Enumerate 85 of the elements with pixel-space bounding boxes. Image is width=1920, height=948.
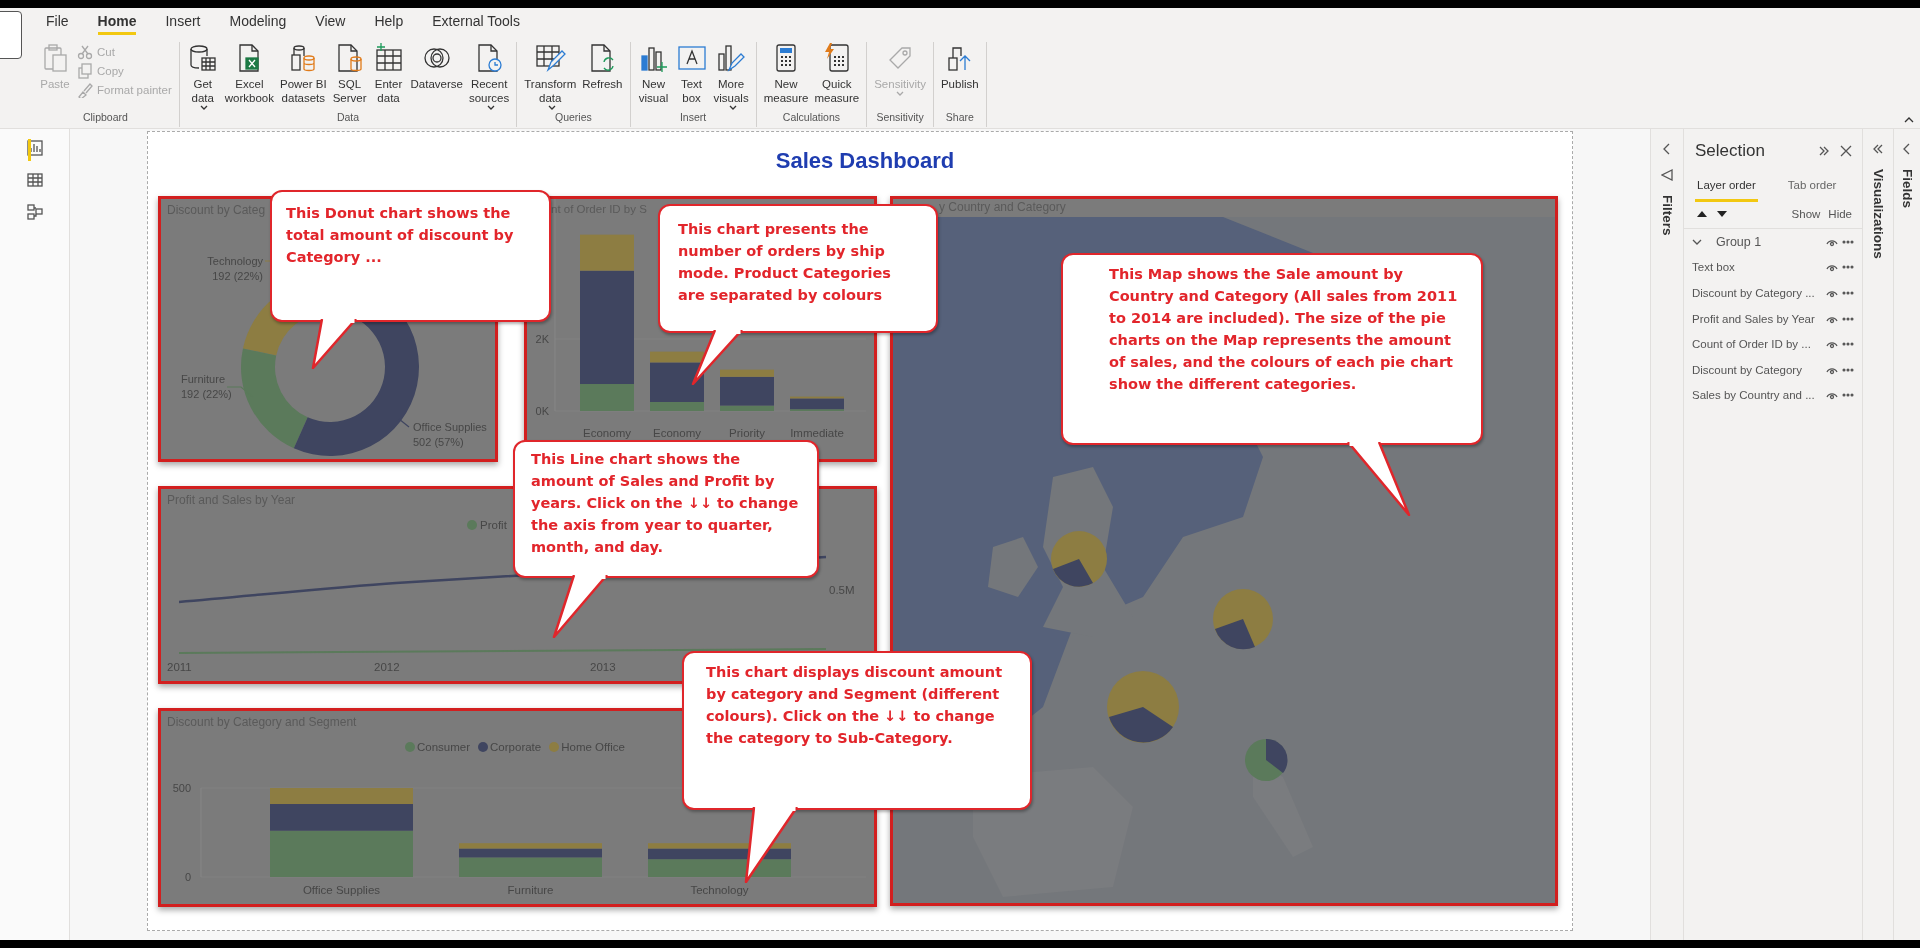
more-icon[interactable] <box>1842 316 1854 321</box>
ribbon-button[interactable]: New measure <box>760 42 812 105</box>
ribbon-tab[interactable]: Modeling <box>229 13 287 35</box>
pane-title: Selection <box>1695 141 1766 161</box>
callout-text: This Line chart shows the amount of Sales and Profit by years. Click on the ↓↓ to change the axis from year to quarter, month, and day. <box>531 450 800 557</box>
more-icon[interactable] <box>1842 239 1854 244</box>
leader-line <box>398 418 410 428</box>
page-title: Sales Dashboard <box>775 148 955 174</box>
layer-item[interactable]: Discount by Category <box>1692 363 1822 376</box>
chevron-left-icon[interactable] <box>1902 143 1912 155</box>
eye-icon[interactable] <box>1826 288 1838 298</box>
layer-item[interactable]: Profit and Sales by Year <box>1692 312 1822 325</box>
filter-icon <box>1661 169 1673 181</box>
ribbon-button[interactable]: Dataverse <box>407 42 466 91</box>
pane-tab[interactable]: Tab order <box>1785 179 1839 202</box>
group-label: Share <box>944 111 975 125</box>
callout-text: This chart presents the number of orders by ship mode. Product Categories are separated by colours <box>678 220 892 305</box>
double-chevron-left-icon[interactable] <box>1872 143 1884 155</box>
more-icon[interactable] <box>1842 265 1854 270</box>
group-label: Clipboard <box>81 111 129 125</box>
active-indicator <box>28 139 31 161</box>
ribbon-button[interactable]: Publish <box>937 42 982 91</box>
eye-icon[interactable] <box>1826 339 1838 350</box>
ribbon-button[interactable]: SQL Server <box>329 42 370 105</box>
group-label: Calculations <box>781 111 841 125</box>
group-label: Insert <box>678 111 708 125</box>
layer-item[interactable]: Count of Order ID by ... <box>1692 338 1822 351</box>
ribbon-button[interactable]: Quick measure <box>811 42 863 105</box>
copy-icon <box>77 63 93 79</box>
show-button[interactable]: Show <box>1791 208 1821 220</box>
legend-dot <box>467 520 477 530</box>
more-icon[interactable] <box>1842 342 1854 347</box>
ribbon-button[interactable]: Text box <box>672 42 711 105</box>
layer-item[interactable]: Discount by Category ... <box>1692 287 1822 299</box>
table-icon[interactable] <box>25 171 44 189</box>
close-icon[interactable] <box>1840 145 1852 157</box>
pane-label[interactable]: Fields <box>1899 169 1915 208</box>
callout-text: This Donut chart shows the total amount of discount by Category ... <box>286 204 515 267</box>
chevron-left-icon[interactable] <box>1662 143 1672 155</box>
ribbon-tab[interactable]: Help <box>374 13 404 35</box>
diagram-icon[interactable] <box>25 203 44 221</box>
legend-dot <box>478 742 489 752</box>
ribbon-tab[interactable]: File <box>46 13 69 35</box>
ribbon-tab[interactable]: Home <box>97 13 137 35</box>
triangle-down-icon[interactable] <box>1716 210 1728 218</box>
table-pencil-icon <box>534 42 567 74</box>
callout-text: This chart displays discount amount by category and Segment (different colours). Click on the ↓↓ to change the category to Sub-Category. <box>706 663 1004 748</box>
more-icon[interactable] <box>1842 291 1854 295</box>
pane-label[interactable]: Visualizations <box>1870 169 1886 259</box>
chevron-up-icon <box>1904 117 1914 123</box>
eye-icon[interactable] <box>1826 262 1838 273</box>
chevron-down-icon[interactable] <box>1692 237 1702 246</box>
pane-tab[interactable]: Layer order <box>1695 179 1758 202</box>
bar-chart-icon[interactable] <box>25 139 44 157</box>
ribbon-tab[interactable]: Insert <box>165 13 201 35</box>
layer-item[interactable]: Group 1 <box>1706 234 1822 249</box>
ribbon-button[interactable]: Enter data <box>369 42 408 105</box>
pane-label[interactable]: Filters <box>1659 195 1675 236</box>
hide-button[interactable]: Hide <box>1828 208 1852 220</box>
ribbon-button[interactable]: Refresh <box>579 42 626 91</box>
ribbon-button[interactable]: Power BI datasets <box>277 42 330 105</box>
eye-icon[interactable] <box>1826 390 1838 401</box>
more-icon[interactable] <box>1842 393 1854 398</box>
layer-item[interactable]: Text box <box>1692 261 1822 274</box>
group-label: Data <box>335 111 361 125</box>
legend-dot <box>405 742 415 752</box>
ribbon-button[interactable]: More visuals <box>710 42 752 111</box>
more-icon[interactable] <box>1842 367 1854 372</box>
ribbon-button[interactable]: Excel workbook <box>221 42 277 105</box>
ribbon-tab[interactable]: View <box>315 13 346 35</box>
ribbon-button[interactable]: Transform data <box>521 42 580 111</box>
callout-text: This Map shows the Sale amount by Country and Category (All sales from 2011 to 2014 are included). The size of the pie charts on the Map represents the amount of sales, and the colours of each pie chart show the different categories. <box>1109 265 1459 394</box>
double-chevron-right-icon[interactable] <box>1818 145 1830 157</box>
ribbon-button[interactable]: Recent sources <box>465 42 513 111</box>
group-label: Queries <box>554 111 593 125</box>
brush-icon <box>77 82 93 98</box>
window-frame <box>0 11 22 59</box>
triangle-up-icon[interactable] <box>1696 210 1708 218</box>
scissors-icon <box>77 44 93 60</box>
legend-dot <box>549 742 560 752</box>
ribbon-button[interactable]: Get data <box>183 42 222 111</box>
ribbon-button[interactable]: New visual <box>634 42 673 105</box>
layer-item[interactable]: Sales by Country and ... <box>1692 389 1822 402</box>
ribbon-tab[interactable]: External Tools <box>432 13 520 35</box>
group-label: Sensitivity <box>875 111 925 125</box>
